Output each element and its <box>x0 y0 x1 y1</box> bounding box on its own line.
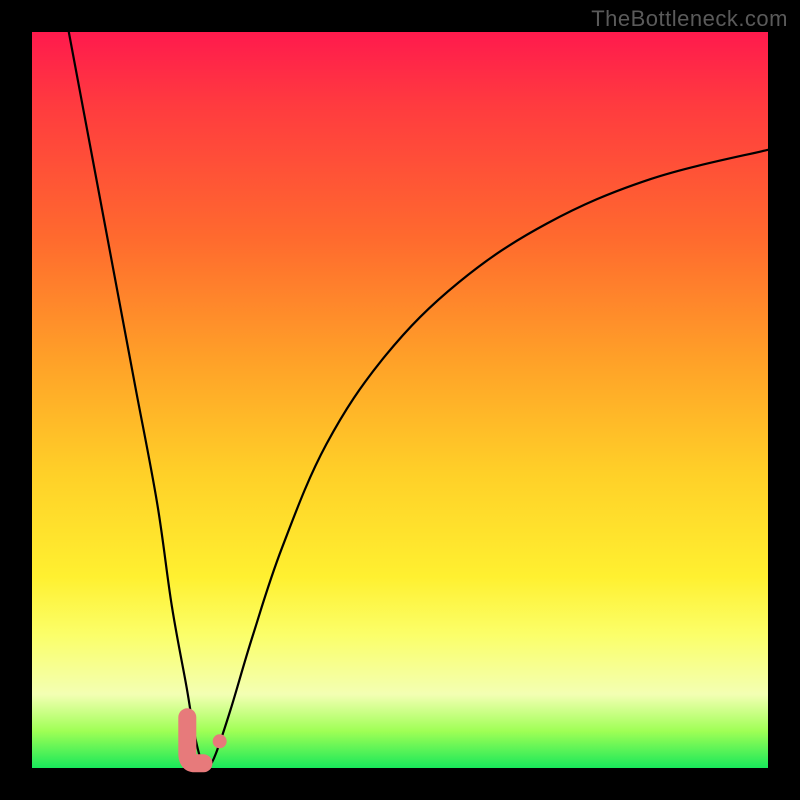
curve-left-branch <box>69 32 209 768</box>
optimum-marker-dot <box>213 734 227 748</box>
watermark-label: TheBottleneck.com <box>591 6 788 32</box>
chart-frame: TheBottleneck.com <box>0 0 800 800</box>
curves-svg <box>32 32 768 768</box>
curve-right-branch <box>209 150 768 768</box>
optimum-marker <box>187 717 203 763</box>
plot-area <box>32 32 768 768</box>
